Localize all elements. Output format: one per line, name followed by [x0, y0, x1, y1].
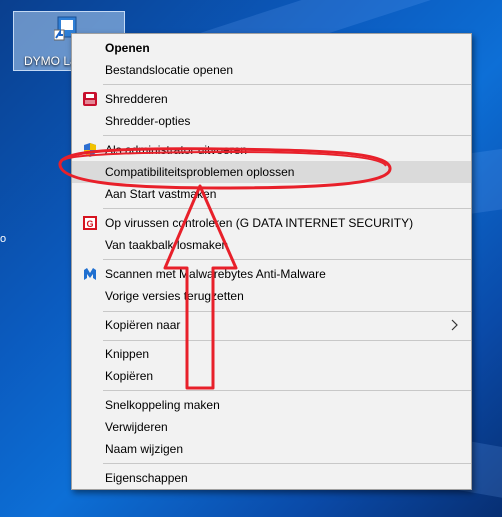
menu-item-gdata-scan[interactable]: G Op virussen controleren (G DATA INTERN…: [72, 212, 471, 234]
menu-separator: [103, 84, 471, 85]
shredder-icon: [83, 92, 97, 106]
menu-separator: [103, 390, 471, 391]
menu-item-rename[interactable]: Naam wijzigen: [72, 438, 471, 460]
menu-item-unpin-taskbar[interactable]: Van taakbalk losmaken: [72, 234, 471, 256]
menu-item-copy[interactable]: Kopiëren: [72, 365, 471, 387]
menu-separator: [103, 208, 471, 209]
menu-separator: [103, 135, 471, 136]
chevron-right-icon: [451, 319, 458, 331]
svg-text:G: G: [86, 219, 93, 229]
menu-item-cut[interactable]: Knippen: [72, 343, 471, 365]
menu-item-create-shortcut[interactable]: Snelkoppeling maken: [72, 394, 471, 416]
menu-separator: [103, 463, 471, 464]
menu-item-pin-to-start[interactable]: Aan Start vastmaken: [72, 183, 471, 205]
menu-item-delete[interactable]: Verwijderen: [72, 416, 471, 438]
menu-separator: [103, 340, 471, 341]
menu-separator: [103, 259, 471, 260]
malwarebytes-icon: [84, 268, 96, 280]
menu-item-copy-to[interactable]: Kopiëren naar: [72, 314, 471, 336]
gdata-icon: G: [83, 216, 97, 230]
menu-separator: [103, 311, 471, 312]
menu-item-shredder-options[interactable]: Shredder-opties: [72, 110, 471, 132]
menu-item-troubleshoot-compatibility[interactable]: Compatibiliteitsproblemen oplossen: [72, 161, 471, 183]
context-menu: Openen Bestandslocatie openen Shredderen…: [71, 33, 472, 490]
menu-item-open-file-location[interactable]: Bestandslocatie openen: [72, 59, 471, 81]
menu-item-shred[interactable]: Shredderen: [72, 88, 471, 110]
uac-shield-icon: [84, 143, 96, 157]
menu-item-open[interactable]: Openen: [72, 37, 471, 59]
menu-item-restore-previous-versions[interactable]: Vorige versies terugzetten: [72, 285, 471, 307]
menu-item-malwarebytes-scan[interactable]: Scannen met Malwarebytes Anti-Malware: [72, 263, 471, 285]
desktop-shortcut-label: DYMO La: [24, 54, 77, 68]
desktop-edge-text: o: [0, 233, 7, 245]
menu-item-run-as-admin[interactable]: Als administrator uitvoeren: [72, 139, 471, 161]
menu-item-properties[interactable]: Eigenschappen: [72, 467, 471, 489]
